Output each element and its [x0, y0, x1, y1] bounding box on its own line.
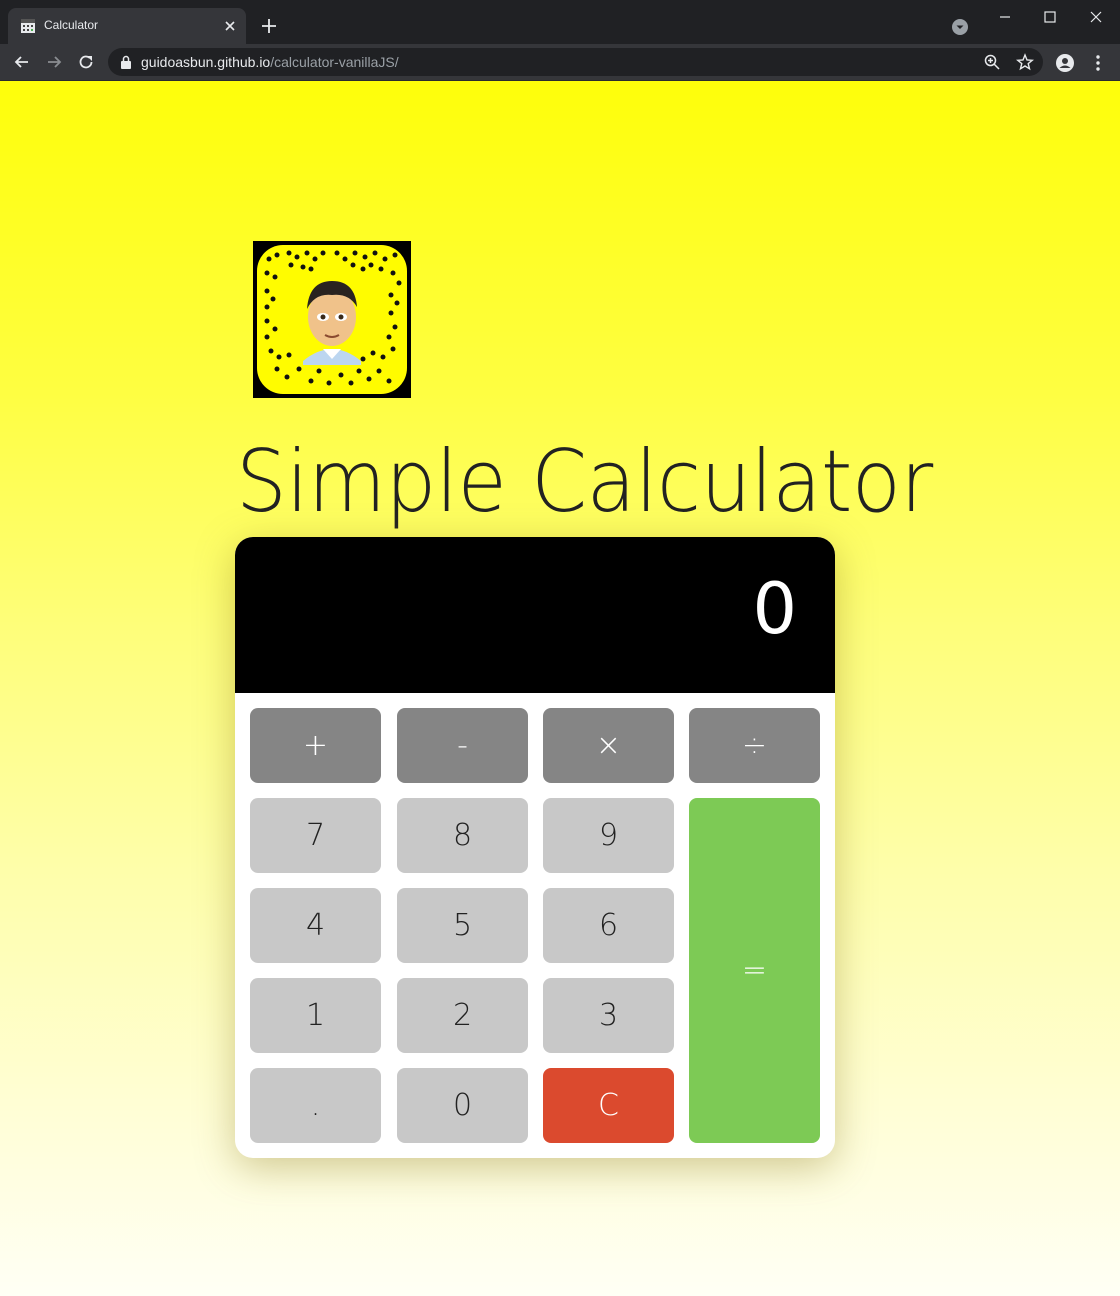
url-path: /calculator-vanillaJS/: [270, 54, 399, 70]
decimal-button[interactable]: .: [250, 1068, 381, 1143]
forward-arrow-icon[interactable]: [44, 52, 64, 72]
browser-menu-icon[interactable]: [1088, 53, 1108, 73]
close-window-icon[interactable]: [1085, 6, 1107, 28]
browser-titlebar: Calculator: [0, 0, 1120, 44]
calculator-favicon-icon: [21, 19, 35, 33]
maximize-window-icon[interactable]: [1039, 6, 1061, 28]
calculator-display: 0: [235, 537, 835, 693]
display-value: 0: [752, 568, 797, 650]
url-text: guidoasbun.github.io/calculator-vanillaJ…: [141, 54, 399, 70]
digit-0-button[interactable]: 0: [397, 1068, 528, 1143]
tab-search-chevron-icon[interactable]: [951, 18, 969, 36]
new-tab-plus-icon[interactable]: [260, 17, 278, 35]
bookmark-star-icon[interactable]: [1016, 53, 1034, 71]
digit-8-button[interactable]: 8: [397, 798, 528, 873]
page-background: Simple Calculator 0 + - × ÷ 7 8 9 = 4 5 …: [0, 81, 1120, 1296]
lock-icon: [121, 55, 131, 69]
divide-button[interactable]: ÷: [689, 708, 820, 783]
reload-icon[interactable]: [76, 52, 96, 72]
page-title: Simple Calculator: [236, 432, 933, 532]
digit-5-button[interactable]: 5: [397, 888, 528, 963]
address-bar[interactable]: guidoasbun.github.io/calculator-vanillaJ…: [108, 48, 1043, 76]
profile-avatar-icon[interactable]: [1055, 53, 1075, 73]
browser-tab-calculator[interactable]: Calculator: [8, 8, 246, 44]
digit-4-button[interactable]: 4: [250, 888, 381, 963]
subtract-button[interactable]: -: [397, 708, 528, 783]
close-tab-icon[interactable]: [222, 18, 238, 34]
equals-button[interactable]: =: [689, 798, 820, 1143]
calculator: 0 + - × ÷ 7 8 9 = 4 5 6 1 2 3 . 0 C: [235, 537, 835, 1158]
digit-7-button[interactable]: 7: [250, 798, 381, 873]
back-arrow-icon[interactable]: [12, 52, 32, 72]
add-button[interactable]: +: [250, 708, 381, 783]
digit-2-button[interactable]: 2: [397, 978, 528, 1053]
digit-1-button[interactable]: 1: [250, 978, 381, 1053]
url-host: guidoasbun.github.io: [141, 54, 271, 70]
minimize-window-icon[interactable]: [994, 6, 1016, 28]
digit-3-button[interactable]: 3: [543, 978, 674, 1053]
clear-button[interactable]: C: [543, 1068, 674, 1143]
snapcode-avatar-image: [253, 241, 411, 398]
zoom-icon[interactable]: [983, 53, 1001, 71]
tab-title: Calculator: [44, 18, 99, 32]
digit-9-button[interactable]: 9: [543, 798, 674, 873]
multiply-button[interactable]: ×: [543, 708, 674, 783]
digit-6-button[interactable]: 6: [543, 888, 674, 963]
browser-toolbar: guidoasbun.github.io/calculator-vanillaJ…: [0, 44, 1120, 81]
